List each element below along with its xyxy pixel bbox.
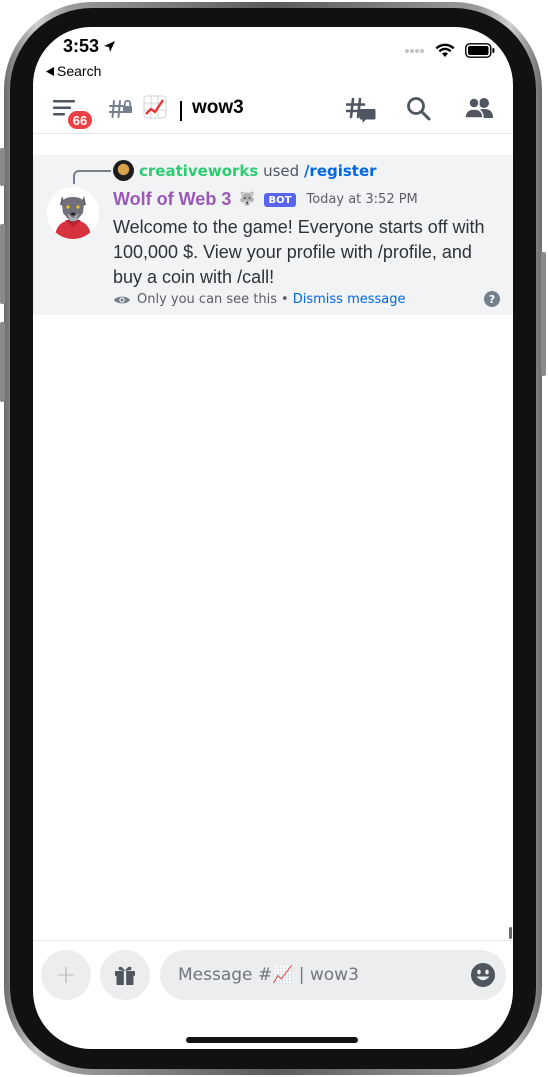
channel-header: 66 wow3 (33, 87, 513, 133)
reply-username[interactable]: creativeworks (139, 162, 258, 180)
gift-icon (115, 966, 135, 985)
wifi-icon (435, 43, 455, 57)
back-to-search-label: Search (57, 63, 102, 79)
scrollbar[interactable] (509, 927, 512, 939)
message-content: Welcome to the game! Everyone starts off… (113, 217, 485, 287)
bot-tag: BOT (263, 192, 297, 207)
reply-connector (73, 170, 111, 184)
status-time: 3:53 (63, 36, 116, 57)
add-attachment-button[interactable]: + (41, 950, 91, 1000)
volume-down-button (0, 322, 5, 402)
plus-icon: + (55, 960, 77, 990)
back-arrow-icon (46, 66, 54, 76)
location-arrow-icon (104, 41, 116, 52)
unread-badge: 66 (66, 109, 94, 131)
back-to-search[interactable]: Search (46, 63, 101, 79)
author-name[interactable]: Wolf of Web 3 (113, 189, 231, 210)
wolf-emoji-icon: 🐺 (239, 192, 256, 207)
threads-icon (345, 97, 376, 123)
emoji-icon (471, 963, 495, 987)
command-reply-context: creativeworks used /register (139, 162, 377, 180)
members-button[interactable] (464, 96, 494, 124)
chart-increasing-icon (143, 95, 167, 119)
menu-button[interactable]: 66 (53, 99, 94, 131)
signal-icon (405, 48, 424, 53)
message-input-box[interactable] (160, 950, 506, 1000)
wolf-avatar-image (47, 187, 99, 239)
header-separator (33, 133, 513, 134)
dismiss-message-link[interactable]: Dismiss message (293, 292, 406, 307)
ephemeral-text: Only you can see this (137, 292, 278, 307)
mute-switch (0, 148, 5, 186)
eye-icon (114, 296, 130, 303)
gift-button[interactable] (100, 950, 150, 1000)
threads-button[interactable] (345, 96, 376, 128)
power-button (541, 252, 546, 376)
message-input[interactable] (160, 950, 506, 1000)
status-indicators (405, 43, 495, 58)
app-screen: 3:53 Search 66 wow3 creativeworks used /… (33, 27, 513, 1049)
reply-avatar[interactable] (113, 160, 134, 181)
volume-up-button (0, 224, 5, 304)
message-timestamp: Today at 3:52 PM (306, 192, 418, 207)
bot-avatar[interactable] (47, 187, 99, 239)
header-divider (180, 101, 182, 121)
locked-hash-icon (109, 99, 132, 118)
search-button[interactable] (406, 96, 432, 126)
channel-emoji (143, 95, 167, 123)
composer-separator (33, 940, 513, 941)
help-icon[interactable]: ? (484, 291, 500, 307)
ephemeral-separator: • (281, 292, 289, 307)
members-icon (464, 97, 493, 119)
status-time-text: 3:53 (63, 36, 100, 56)
home-indicator[interactable] (186, 1037, 358, 1043)
reply-command[interactable]: /register (304, 162, 377, 180)
reply-verb: used (263, 162, 300, 180)
battery-icon (465, 43, 495, 58)
search-icon (407, 97, 431, 121)
emoji-button[interactable] (470, 962, 496, 992)
ephemeral-notice: Only you can see this • Dismiss message (113, 292, 406, 307)
channel-name: wow3 (192, 97, 244, 118)
ephemeral-message[interactable]: creativeworks used /register Wolf of Web… (33, 155, 513, 315)
message-header: Wolf of Web 3 🐺 BOT Today at 3:52 PM (113, 189, 418, 210)
